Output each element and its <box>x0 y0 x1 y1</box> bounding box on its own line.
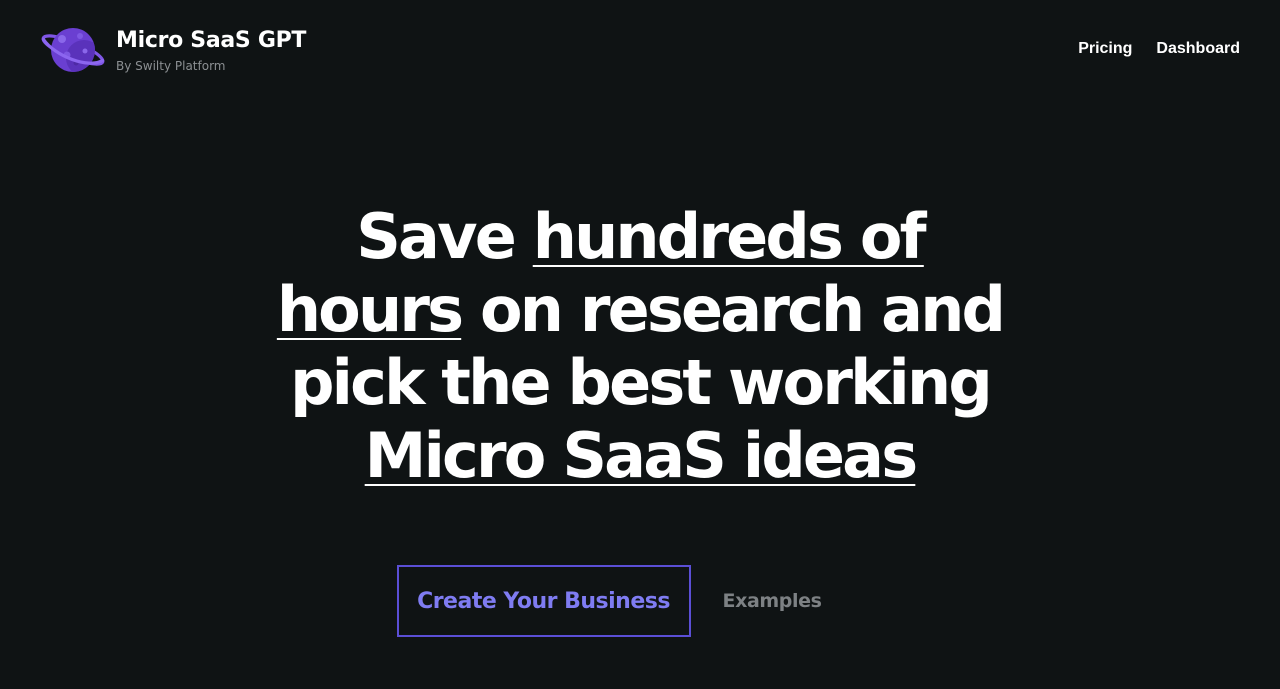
headline-text: Save <box>356 200 533 273</box>
planet-icon <box>41 28 105 72</box>
brand-subtitle: By Swilty Platform <box>116 59 226 73</box>
headline-underlined-text: Micro SaaS ideas <box>364 419 918 492</box>
headline-line-1: Save hundreds of <box>230 200 1050 273</box>
headline-line-2: hours on research and <box>230 273 1050 346</box>
cta-row: Create Your Business Examples <box>0 565 1280 637</box>
headline-text: pick the best working <box>290 346 993 419</box>
top-nav: Pricing Dashboard <box>1078 39 1240 59</box>
create-business-button[interactable]: Create Your Business <box>396 565 691 637</box>
headline-line-4: Micro SaaS ideas <box>230 419 1050 492</box>
examples-link[interactable]: Examples <box>723 590 822 612</box>
brand-home-link[interactable]: Micro SaaS GPT By Swilty Platform <box>40 25 306 75</box>
headline-underlined-text: hundreds of <box>532 200 927 273</box>
headline-text: on research and <box>461 273 1006 346</box>
nav-dashboard-link[interactable]: Dashboard <box>1156 39 1240 59</box>
brand-title: Micro SaaS GPT <box>116 28 307 53</box>
hero-headline: Save hundreds of hours on research and p… <box>230 200 1050 492</box>
nav-pricing-link[interactable]: Pricing <box>1078 39 1132 59</box>
headline-line-3: pick the best working <box>230 346 1050 419</box>
hero: Save hundreds of hours on research and p… <box>0 200 1280 492</box>
page: Micro SaaS GPT By Swilty Platform Pricin… <box>0 0 1280 689</box>
headline-underlined-text: hours <box>276 273 464 346</box>
